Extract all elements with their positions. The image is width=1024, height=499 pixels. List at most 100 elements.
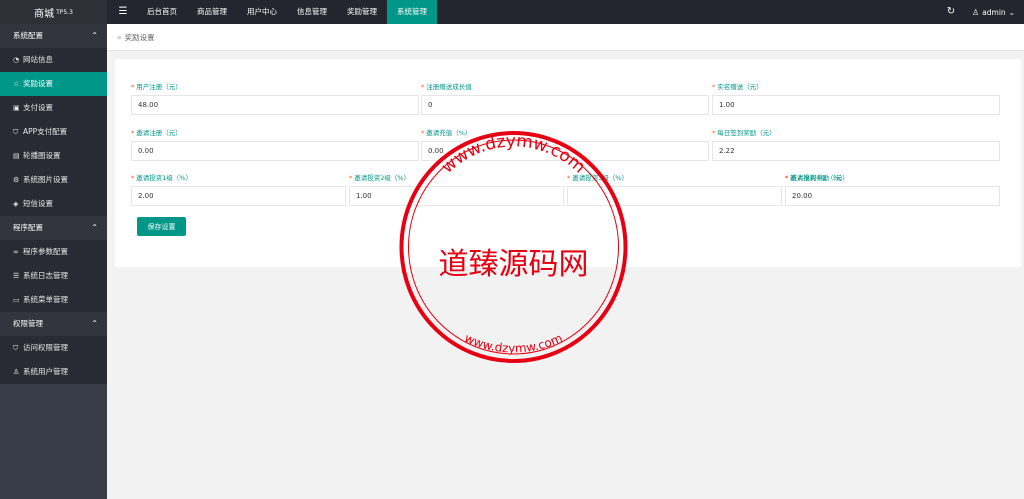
required-marker: * [567,174,571,182]
realname-gift-input[interactable] [712,95,1000,115]
refresh-icon[interactable]: ↻ [941,0,961,24]
sidebar-group-permissions[interactable]: 权限管理 ⌃ [0,312,107,336]
sidebar-item-label: 奖励设置 [23,79,53,88]
field-label: 邀请充值（%） [426,129,472,137]
sidebar-item-reward-settings[interactable]: ☆ 奖励设置 [0,72,107,96]
required-marker: * [421,129,425,137]
sidebar-item-system-logs[interactable]: ☰ 系统日志管理 [0,264,107,288]
required-marker: * [712,83,716,91]
field-label: 用户注册（元） [136,83,182,91]
invite-recharge-input[interactable] [421,141,709,161]
menu-icon: ▭ [13,296,20,304]
picture-icon: ▤ [13,152,20,160]
invite-register-input[interactable] [131,141,419,161]
invite-invest-2-input[interactable] [349,186,564,206]
required-marker: * [421,83,425,91]
invite-invest-3-input[interactable] [567,186,782,206]
shield-check-icon: ⛉ [13,344,19,352]
field-invite-invest-3: * 邀请投资3级（%） [567,173,782,206]
required-marker: * [712,129,716,137]
required-marker: * [131,129,135,137]
field-invite-recharge: * 邀请充值（%） [421,128,709,161]
sidebar-item-label: 系统用户管理 [23,367,68,376]
field-user-register: * 用户注册（元） [131,82,419,115]
save-button[interactable]: 保存设置 [137,217,186,236]
seal-url-bottom: www.dzymw.com [462,331,564,356]
sidebar-item-carousel[interactable]: ▤ 轮播图设置 [0,144,107,168]
field-label: 注册赠送成长值 [426,83,472,91]
chevron-down-icon: ⌄ [1008,7,1015,17]
sidebar-item-label: 轮播图设置 [23,151,61,160]
gear-icon: ⚙ [13,176,20,184]
invite-invest-1-input[interactable] [131,186,346,206]
required-marker: * [131,83,135,91]
sidebar-item-site-info[interactable]: ◔ 网站信息 [0,48,107,72]
register-growth-input[interactable] [421,95,709,115]
sidebar-item-access-permissions[interactable]: ⛉ 访问权限管理 [0,336,107,360]
field-register-growth: * 注册赠送成长值 [421,82,709,115]
app-title: 商城 [34,8,55,20]
sidebar-item-label: 支付设置 [23,103,53,112]
sidebar-item-label: 系统菜单管理 [23,295,68,304]
double-chevron-right-icon: » [117,33,122,42]
topnav-item-home[interactable]: 后台首页 [137,0,187,24]
field-newbie-welfare: * 新人福利奖励（元） [785,173,1000,206]
sidebar-item-label: 程序参数配置 [23,247,68,256]
sidebar-item-app-payment[interactable]: ⛉ APP支付配置 [0,120,107,144]
sidebar: 系统配置 ⌃ ◔ 网站信息 ☆ 奖励设置 ▣ 支付设置 ⛉ APP支付配置 ▤ 轮播图设置… [0,24,107,499]
sidebar-group-label: 权限管理 [13,319,43,328]
chevron-up-icon: ⌃ [91,319,98,328]
field-label: 邀请注册（元） [136,129,182,137]
field-invite-invest-1: * 邀请投资1级（%） [131,173,346,206]
sidebar-item-label: 系统日志管理 [23,271,68,280]
user-icon: ♙ [972,7,980,17]
user-icon: ♙ [13,368,20,376]
field-label: 每日签到奖励（元） [717,129,776,137]
topnav-item-goods[interactable]: 商品管理 [187,0,237,24]
topnav-item-rewards[interactable]: 奖励管理 [337,0,387,24]
required-marker: * [131,174,135,182]
shield-icon: ⛉ [13,128,19,136]
star-icon: ☆ [13,80,20,88]
sidebar-item-label: 网站信息 [23,55,53,64]
topnav-item-info[interactable]: 信息管理 [287,0,337,24]
app-version: TP5.3 [56,8,73,16]
sidebar-item-system-images[interactable]: ⚙ 系统图片设置 [0,168,107,192]
breadcrumb-current: 奖励设置 [124,33,155,42]
sidebar-group-label: 程序配置 [13,223,43,232]
daily-checkin-input[interactable] [712,141,1000,161]
field-label: 邀请投资3级（%） [572,174,629,182]
chevron-up-icon: ⌃ [91,223,98,232]
tag-icon: ◈ [13,200,19,208]
sidebar-item-system-users[interactable]: ♙ 系统用户管理 [0,360,107,384]
money-icon: ▣ [13,104,20,112]
sidebar-item-system-menus[interactable]: ▭ 系统菜单管理 [0,288,107,312]
sidebar-item-sms[interactable]: ◈ 短信设置 [0,192,107,216]
topnav-item-users[interactable]: 用户中心 [237,0,287,24]
user-name: admin [982,7,1006,17]
field-label: 邀请投资2级（%） [354,174,411,182]
sidebar-group-system-config[interactable]: 系统配置 ⌃ [0,24,107,48]
top-bar: 商城 TP5.3 ☰ 后台首页 商品管理 用户中心 信息管理 奖励管理 系统管理 … [0,0,1024,24]
required-marker: * [349,174,353,182]
chevron-up-icon: ⌃ [91,31,98,40]
user-register-input[interactable] [131,95,419,115]
breadcrumb: » 奖励设置 [107,24,1024,51]
dashboard-icon: ◔ [13,56,20,64]
field-label: 实名赠送（元） [717,83,763,91]
field-label: 新人福利奖励（元） [790,174,849,182]
field-label: 邀请投资1级（%） [136,174,193,182]
log-icon: ☰ [13,272,20,280]
topnav-item-system[interactable]: 系统管理 [387,0,437,24]
required-marker: * [785,174,789,182]
sidebar-item-program-params[interactable]: ∞ 程序参数配置 [0,240,107,264]
sidebar-item-payment-settings[interactable]: ▣ 支付设置 [0,96,107,120]
user-menu[interactable]: ♙ admin ⌄ [972,0,1015,24]
sidebar-item-label: 访问权限管理 [23,343,68,352]
field-invite-invest-2: * 邀请投资2级（%） [349,173,564,206]
menu-toggle-icon[interactable]: ☰ [114,0,132,24]
sidebar-group-program-config[interactable]: 程序配置 ⌃ [0,216,107,240]
app-logo[interactable]: 商城 TP5.3 [0,0,107,24]
top-nav: 后台首页 商品管理 用户中心 信息管理 奖励管理 系统管理 [137,0,437,24]
newbie-welfare-input[interactable] [785,186,1000,206]
